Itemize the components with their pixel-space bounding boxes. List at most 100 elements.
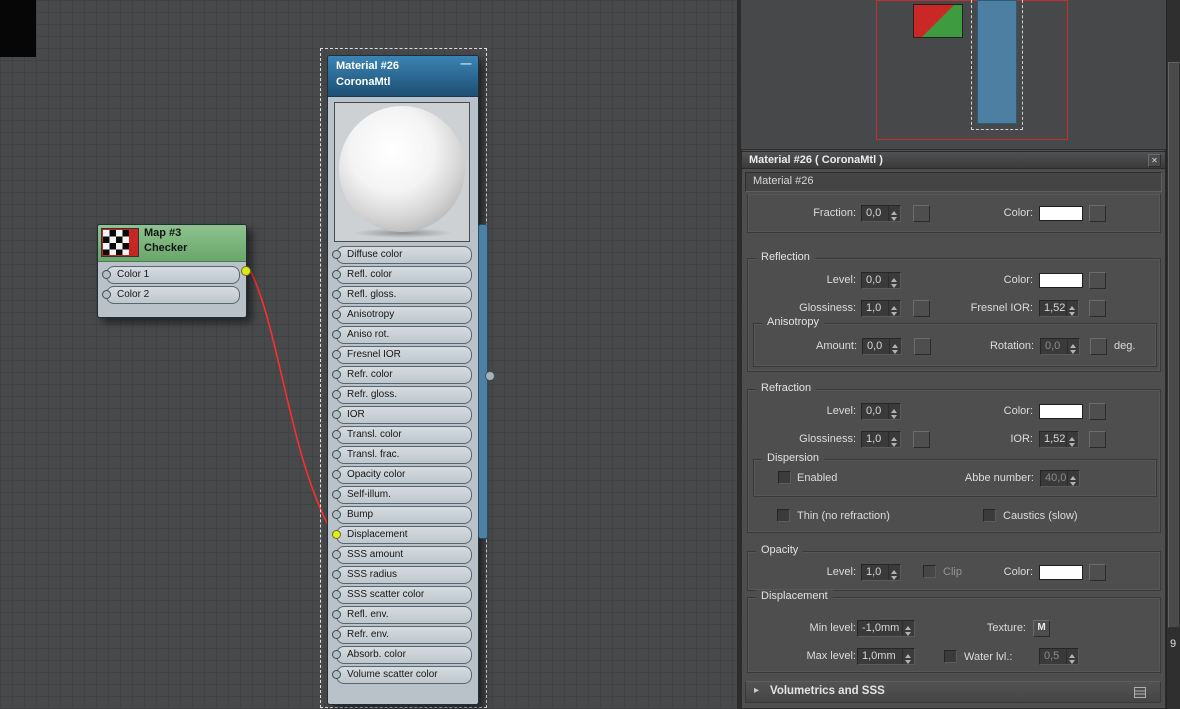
slot-connector-icon[interactable] (332, 550, 341, 559)
navigator-checker-node[interactable] (913, 4, 963, 38)
checker-slot[interactable]: Color 2 (102, 286, 240, 304)
navigator-area[interactable] (741, 0, 1166, 149)
material-slot[interactable]: Refr. color (332, 366, 472, 384)
slot-connector-icon[interactable] (332, 330, 341, 339)
opacity-color-map-button[interactable] (1089, 564, 1106, 581)
abbe-number-spinner[interactable]: 40,0 (1040, 470, 1080, 487)
refraction-level-spinner[interactable]: 0,0 (861, 403, 901, 420)
material-slot[interactable]: Fresnel IOR (332, 346, 472, 364)
material-slot[interactable]: Transl. frac. (332, 446, 472, 464)
clip-checkbox[interactable] (923, 565, 936, 578)
slot-connector-icon[interactable] (332, 270, 341, 279)
material-slot[interactable]: Volume scatter color (332, 666, 472, 684)
material-slot[interactable]: Displacement (332, 526, 472, 544)
material-slot[interactable]: Absorb. color (332, 646, 472, 664)
material-slot[interactable]: Transl. color (332, 426, 472, 444)
material-slot[interactable]: Aniso rot. (332, 326, 472, 344)
material-output-connector-icon[interactable] (485, 371, 495, 381)
slot-connector-icon[interactable] (332, 630, 341, 639)
slot-connector-icon[interactable] (332, 430, 341, 439)
slot-connector-icon[interactable] (332, 470, 341, 479)
slot-connector-icon[interactable] (332, 390, 341, 399)
scrollbar-thumb[interactable] (1168, 62, 1180, 628)
refraction-ior-spinner[interactable]: 1,52 (1039, 431, 1079, 448)
panel-titlebar[interactable]: Material #26 ( CoronaMtl ) ✕ (741, 151, 1166, 169)
checker-thumbnail-icon (101, 228, 139, 257)
opacity-level-spinner[interactable]: 1,0 (861, 564, 901, 581)
checker-slot[interactable]: Color 1 (102, 266, 240, 284)
material-name-value: Material #26 (753, 175, 814, 187)
material-slot[interactable]: SSS radius (332, 566, 472, 584)
fraction-spinner[interactable]: 0,0 (861, 205, 901, 222)
slot-connector-icon[interactable] (332, 370, 341, 379)
material-slot[interactable]: Refr. gloss. (332, 386, 472, 404)
anisotropy-amount-spinner[interactable]: 0,0 (862, 338, 902, 355)
refraction-ior-map-button[interactable] (1089, 431, 1106, 448)
material-slot[interactable]: SSS amount (332, 546, 472, 564)
material-slot[interactable]: Refl. env. (332, 606, 472, 624)
slot-connector-icon[interactable] (332, 610, 341, 619)
fraction-color-swatch[interactable] (1039, 206, 1083, 221)
material-slot[interactable]: IOR (332, 406, 472, 424)
refraction-color-swatch[interactable] (1039, 404, 1083, 419)
corona-material-node[interactable]: Material #26 CoronaMtl — Diffuse color R… (327, 55, 495, 705)
material-slot[interactable]: Bump (332, 506, 472, 524)
slot-label: Displacement (347, 529, 408, 540)
minimize-icon[interactable]: — (459, 59, 473, 72)
fraction-color-map-button[interactable] (1089, 205, 1106, 222)
material-slot[interactable]: Refr. env. (332, 626, 472, 644)
caustics-checkbox[interactable] (983, 509, 996, 522)
slot-connector-icon[interactable] (332, 650, 341, 659)
checker-node-header[interactable]: Map #3 Checker (98, 225, 246, 262)
dispersion-enabled-checkbox[interactable] (778, 471, 791, 484)
material-slot[interactable]: Opacity color (332, 466, 472, 484)
water-level-spinner[interactable]: 0,5 (1039, 648, 1079, 665)
anisotropy-rotation-spinner[interactable]: 0,0 (1040, 338, 1080, 355)
fresnel-ior-spinner[interactable]: 1,52 (1039, 300, 1079, 317)
slot-connector-icon[interactable] (102, 270, 111, 279)
material-preview[interactable] (334, 102, 470, 242)
material-slot[interactable]: Diffuse color (332, 246, 472, 264)
reflection-color-swatch[interactable] (1039, 273, 1083, 288)
node-canvas[interactable]: Map #3 Checker Color 1 Color 2 Material … (0, 0, 741, 709)
refraction-color-map-button[interactable] (1089, 403, 1106, 420)
reflection-level-spinner[interactable]: 0,0 (861, 272, 901, 289)
material-slot[interactable]: Refl. color (332, 266, 472, 284)
material-slot[interactable]: Self-illum. (332, 486, 472, 504)
fresnel-ior-map-button[interactable] (1089, 300, 1106, 317)
slot-connector-icon[interactable] (102, 290, 111, 299)
right-scrollbar[interactable]: 9 (1166, 0, 1180, 709)
slot-connector-icon[interactable] (332, 250, 341, 259)
material-slot[interactable]: Anisotropy (332, 306, 472, 324)
volumetrics-rollout[interactable]: ▸ Volumetrics and SSS (745, 681, 1161, 703)
texture-map-button[interactable]: M (1033, 620, 1050, 637)
slot-connector-icon[interactable] (332, 490, 341, 499)
reflection-color-map-button[interactable] (1089, 272, 1106, 289)
slot-connector-icon[interactable] (332, 570, 341, 579)
slot-connector-icon[interactable] (332, 350, 341, 359)
slot-connector-icon[interactable] (332, 510, 341, 519)
slot-connector-icon[interactable] (332, 670, 341, 679)
slot-connector-icon[interactable] (332, 450, 341, 459)
thin-checkbox[interactable] (777, 509, 790, 522)
material-slot[interactable]: Refl. gloss. (332, 286, 472, 304)
water-level-checkbox[interactable] (944, 650, 957, 663)
slot-connector-icon[interactable] (332, 410, 341, 419)
close-icon[interactable]: ✕ (1148, 154, 1161, 167)
reflection-glossiness-spinner[interactable]: 1,0 (861, 300, 901, 317)
checker-output-connector-icon[interactable] (241, 266, 251, 276)
node-scrollbar[interactable] (478, 224, 488, 539)
slot-connector-icon[interactable] (332, 310, 341, 319)
slot-connector-icon[interactable] (332, 590, 341, 599)
slot-connector-icon[interactable] (332, 290, 341, 299)
material-slot[interactable]: SSS scatter color (332, 586, 472, 604)
slot-connector-icon[interactable] (332, 530, 341, 539)
max-level-spinner[interactable]: 1,0mm (857, 648, 915, 665)
refraction-glossiness-spinner[interactable]: 1,0 (861, 431, 901, 448)
checker-map-node[interactable]: Map #3 Checker Color 1 Color 2 (97, 224, 251, 318)
min-level-spinner[interactable]: -1,0mm (857, 620, 915, 637)
anisotropy-rotation-map-button[interactable] (1090, 338, 1107, 355)
material-name-field[interactable]: Material #26 (745, 172, 1162, 192)
opacity-color-swatch[interactable] (1039, 565, 1083, 580)
material-node-header[interactable]: Material #26 CoronaMtl — (328, 56, 478, 97)
